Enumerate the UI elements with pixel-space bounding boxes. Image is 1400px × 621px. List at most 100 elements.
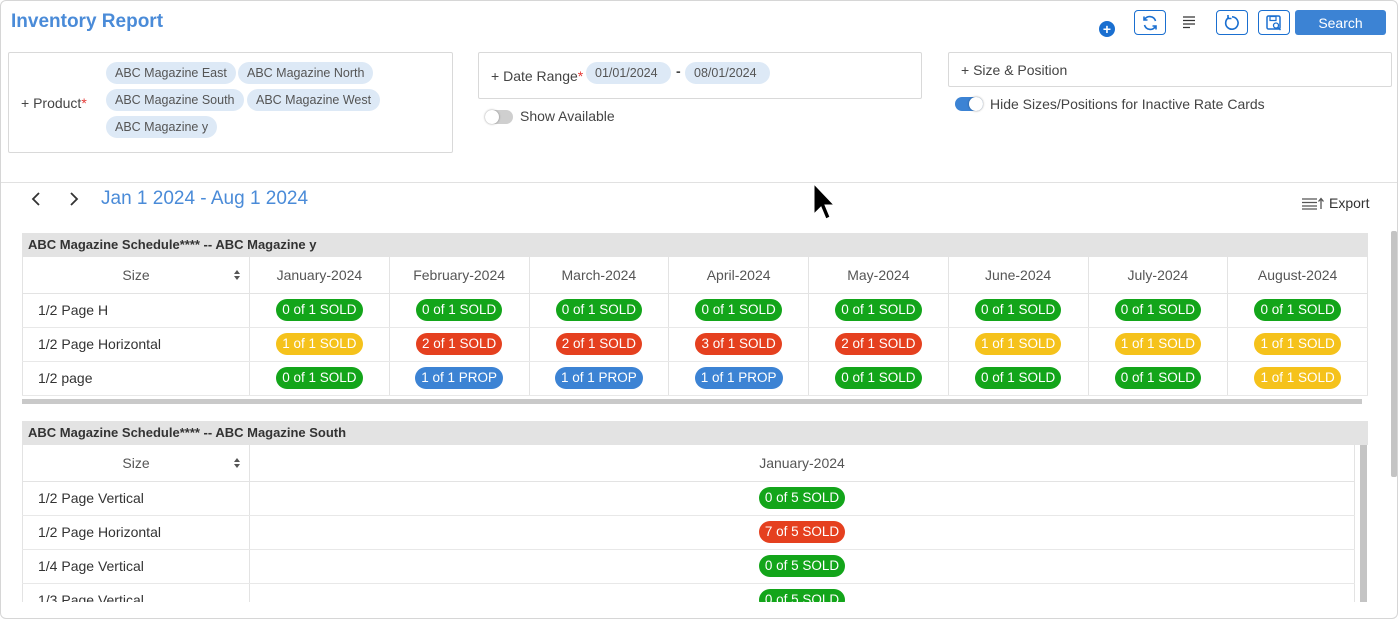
inventory-grid: Size January-2024 February-2024 March-2024… (22, 257, 1368, 396)
size-column-header[interactable]: Size (22, 445, 250, 482)
refresh-button[interactable] (1134, 10, 1166, 35)
size-cell: 1/3 Page Vertical (22, 583, 250, 602)
product-chip[interactable]: ABC Magazine East (106, 62, 236, 84)
hide-inactive-toggle[interactable] (955, 97, 983, 111)
page-title: Inventory Report (11, 11, 164, 32)
reset-icon (1224, 14, 1239, 30)
page-vertical-scrollbar[interactable] (1391, 231, 1397, 477)
status-badge[interactable]: 0 of 1 SOLD (835, 299, 922, 321)
table-row: 1/2 Page Vertical 0 of 5 SOLD (22, 481, 1355, 516)
status-badge[interactable]: 0 of 1 SOLD (974, 367, 1062, 389)
month-column-header: July-2024 (1088, 257, 1229, 294)
status-badge[interactable]: 2 of 1 SOLD (415, 333, 503, 355)
show-available-label: Show Available (520, 108, 615, 124)
size-header-label: Size (122, 266, 150, 283)
prev-period-button[interactable] (28, 190, 44, 208)
table-row: 1/2 page 0 of 1 SOLD 1 of 1 PROP 1 of 1 PRO… (22, 361, 1368, 396)
show-available-toggle[interactable] (485, 110, 513, 124)
product-chip[interactable]: ABC Magazine North (238, 62, 374, 84)
month-column-header: February-2024 (389, 257, 530, 294)
size-cell: 1/2 Page Horizontal (22, 515, 250, 550)
date-from-chip[interactable]: 01/01/2024 (586, 62, 671, 84)
export-icon (1302, 197, 1324, 210)
inventory-cell: 0 of 1 SOLD (808, 293, 949, 328)
status-badge[interactable]: 0 of 5 SOLD (758, 555, 846, 577)
inventory-cell: 2 of 1 SOLD (529, 327, 670, 362)
status-badge[interactable]: 1 of 1 SOLD (276, 333, 363, 355)
header-row: Size January-2024 February-2024 March-2024… (22, 257, 1368, 294)
inventory-cell: 0 of 1 SOLD (948, 361, 1089, 396)
inventory-cell: 0 of 5 SOLD (249, 549, 1355, 584)
month-column-header: August-2024 (1227, 257, 1368, 294)
status-badge[interactable]: 0 of 5 SOLD (758, 589, 846, 602)
status-badge[interactable]: 0 of 1 SOLD (276, 367, 363, 389)
plus-glyph: + (961, 62, 970, 78)
product-label: + Product* (21, 95, 87, 111)
date-to-chip[interactable]: 08/01/2024 (685, 62, 770, 84)
status-badge[interactable]: 0 of 1 SOLD (415, 299, 503, 321)
status-badge[interactable]: 1 of 1 PROP (554, 367, 643, 389)
search-button[interactable]: Search (1295, 10, 1386, 35)
save-search-icon (1266, 14, 1282, 31)
inventory-cell: 0 of 1 SOLD (529, 293, 670, 328)
mouse-cursor-icon (813, 183, 835, 220)
schedule-title: ABC Magazine Schedule**** -- ABC Magazin… (22, 421, 1368, 445)
status-badge[interactable]: 0 of 1 SOLD (276, 299, 363, 321)
product-chip[interactable]: ABC Magazine y (106, 116, 218, 138)
inventory-cell: 1 of 1 PROP (529, 361, 670, 396)
status-badge[interactable]: 1 of 1 PROP (415, 367, 504, 389)
table-row: 1/2 Page Horizontal 1 of 1 SOLD 2 of 1 SOL… (22, 327, 1368, 362)
inventory-cell: 3 of 1 SOLD (668, 327, 809, 362)
schedule-table-2: ABC Magazine Schedule**** -- ABC Magazin… (22, 421, 1368, 602)
header-row: Size January-2024 (22, 445, 1355, 482)
product-chip[interactable]: ABC Magazine West (247, 89, 381, 111)
date-range-label-text: Date Range (503, 68, 578, 84)
inventory-cell: 1 of 1 SOLD (1227, 361, 1368, 396)
export-label: Export (1329, 195, 1370, 211)
inventory-cell: 1 of 1 SOLD (948, 327, 1089, 362)
sort-icon (234, 458, 240, 468)
export-button[interactable]: Export (1301, 195, 1369, 211)
inventory-cell: 7 of 5 SOLD (249, 515, 1355, 550)
status-badge[interactable]: 0 of 1 SOLD (835, 367, 922, 389)
reset-button[interactable] (1216, 10, 1248, 35)
menu-button[interactable] (1181, 13, 1197, 31)
status-badge[interactable]: 0 of 5 SOLD (758, 487, 846, 509)
table-row: 1/3 Page Vertical 0 of 5 SOLD (22, 583, 1355, 602)
status-badge[interactable]: 7 of 5 SOLD (758, 521, 846, 543)
schedule-title: ABC Magazine Schedule**** -- ABC Magazin… (22, 233, 1368, 257)
status-badge[interactable]: 1 of 1 SOLD (1114, 333, 1202, 355)
size-cell: 1/2 Page Horizontal (22, 327, 250, 362)
month-column-header: March-2024 (529, 257, 670, 294)
table-row: 1/2 Page H 0 of 1 SOLD 0 of 1 SOLD 0 of 1 S… (22, 293, 1368, 328)
status-badge[interactable]: 1 of 1 PROP (694, 367, 783, 389)
status-badge[interactable]: 0 of 1 SOLD (974, 299, 1062, 321)
size-position-label: + Size & Position (961, 62, 1067, 78)
inventory-cell: 0 of 1 SOLD (249, 293, 390, 328)
status-badge[interactable]: 1 of 1 SOLD (1254, 367, 1341, 389)
status-badge[interactable]: 0 of 1 SOLD (555, 299, 643, 321)
app-window: Inventory Report + Search + Product* ABC… (0, 0, 1398, 619)
status-badge[interactable]: 2 of 1 SOLD (835, 333, 922, 355)
list-icon (1183, 16, 1195, 29)
horizontal-scrollbar[interactable] (22, 399, 1362, 404)
status-badge[interactable]: 1 of 1 SOLD (1254, 333, 1341, 355)
size-cell: 1/4 Page Vertical (22, 549, 250, 584)
next-period-button[interactable] (66, 190, 82, 208)
product-chip[interactable]: ABC Magazine South (106, 89, 244, 111)
size-header-label: Size (122, 454, 150, 471)
date-range-title: Jan 1 2024 - Aug 1 2024 (101, 188, 309, 209)
section-divider (1, 182, 1397, 183)
table-vertical-scrollbar[interactable] (1360, 445, 1367, 602)
status-badge[interactable]: 0 of 1 SOLD (1254, 299, 1341, 321)
status-badge[interactable]: 3 of 1 SOLD (695, 333, 782, 355)
status-badge[interactable]: 0 of 1 SOLD (695, 299, 782, 321)
add-icon[interactable]: + (1099, 21, 1115, 37)
status-badge[interactable]: 0 of 1 SOLD (1114, 367, 1202, 389)
status-badge[interactable]: 0 of 1 SOLD (1114, 299, 1202, 321)
size-column-header[interactable]: Size (22, 257, 250, 294)
inventory-grid: Size January-2024 1/2 Page Vertical 0 of … (22, 445, 1355, 602)
saved-search-button[interactable] (1258, 10, 1290, 35)
status-badge[interactable]: 2 of 1 SOLD (555, 333, 643, 355)
status-badge[interactable]: 1 of 1 SOLD (974, 333, 1062, 355)
